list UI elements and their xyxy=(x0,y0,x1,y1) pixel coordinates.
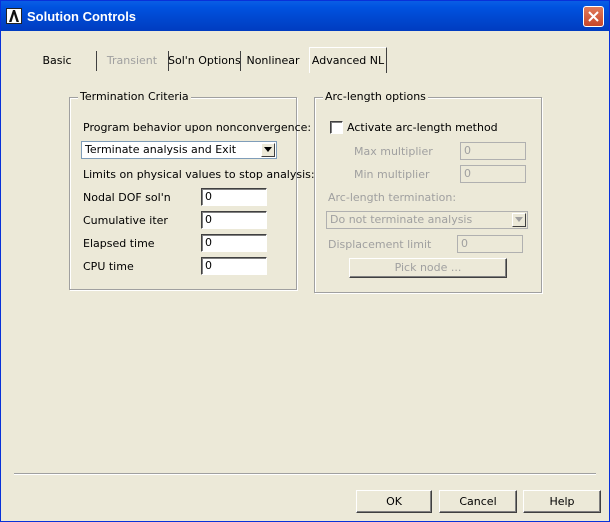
min-multiplier-input: 0 xyxy=(460,165,526,183)
tab-transient: Transient xyxy=(96,51,169,71)
behavior-select-value: Terminate analysis and Exit xyxy=(85,143,237,156)
nodal-dof-label: Nodal DOF sol'n xyxy=(83,191,171,204)
activate-arc-length-checkbox[interactable] xyxy=(330,121,343,134)
termination-criteria-legend: Termination Criteria xyxy=(78,90,191,103)
cpu-time-label: CPU time xyxy=(83,260,134,273)
arc-length-options-legend: Arc-length options xyxy=(323,90,428,103)
tab-nonlinear-label: Nonlinear xyxy=(246,54,300,67)
chevron-down-icon[interactable] xyxy=(261,143,275,157)
pick-node-button: Pick node ... xyxy=(349,258,507,278)
title-bar[interactable]: Solution Controls xyxy=(1,1,609,31)
tab-advanced-nl[interactable]: Advanced NL xyxy=(309,47,387,73)
behavior-select[interactable]: Terminate analysis and Exit xyxy=(81,141,277,159)
tab-soln-options-label: Sol'n Options xyxy=(168,54,241,67)
arc-length-termination-select: Do not terminate analysis xyxy=(326,211,528,229)
tab-advanced-nl-label: Advanced NL xyxy=(311,54,385,67)
max-multiplier-input: 0 xyxy=(460,142,526,160)
solution-controls-window: Solution Controls Basic Transient Sol'n … xyxy=(0,0,610,522)
cumulative-iter-input[interactable]: 0 xyxy=(201,211,267,229)
displacement-limit-input: 0 xyxy=(457,235,523,253)
elapsed-time-input[interactable]: 0 xyxy=(201,234,267,252)
ansys-logo-icon xyxy=(6,8,22,24)
cancel-button[interactable]: Cancel xyxy=(439,490,517,513)
tab-strip: Basic Transient Sol'n Options Nonlinear … xyxy=(18,47,596,73)
displacement-limit-label: Displacement limit xyxy=(328,238,432,251)
activate-arc-length-label: Activate arc-length method xyxy=(347,121,498,134)
max-multiplier-label: Max multiplier xyxy=(354,145,433,158)
dialog-body: Basic Transient Sol'n Options Nonlinear … xyxy=(4,31,606,519)
tab-soln-options[interactable]: Sol'n Options xyxy=(168,51,241,71)
tab-transient-label: Transient xyxy=(106,54,158,67)
arc-length-termination-label: Arc-length termination: xyxy=(328,191,457,204)
nodal-dof-input[interactable]: 0 xyxy=(201,188,267,206)
tab-basic[interactable]: Basic xyxy=(18,51,97,71)
window-title: Solution Controls xyxy=(27,9,137,24)
bottom-separator xyxy=(14,473,596,474)
min-multiplier-label: Min multiplier xyxy=(354,168,430,181)
behavior-label: Program behavior upon nonconvergence: xyxy=(83,121,312,134)
elapsed-time-label: Elapsed time xyxy=(83,237,155,250)
help-button[interactable]: Help xyxy=(523,490,601,513)
chevron-down-icon xyxy=(512,213,526,227)
tab-nonlinear[interactable]: Nonlinear xyxy=(240,51,306,71)
cpu-time-input[interactable]: 0 xyxy=(201,257,267,275)
tab-basic-label: Basic xyxy=(42,54,72,67)
close-icon[interactable] xyxy=(583,6,604,27)
arc-length-termination-value: Do not terminate analysis xyxy=(330,213,473,226)
ok-button[interactable]: OK xyxy=(356,490,432,513)
limits-label: Limits on physical values to stop analys… xyxy=(83,168,315,181)
cumulative-iter-label: Cumulative iter xyxy=(83,214,168,227)
